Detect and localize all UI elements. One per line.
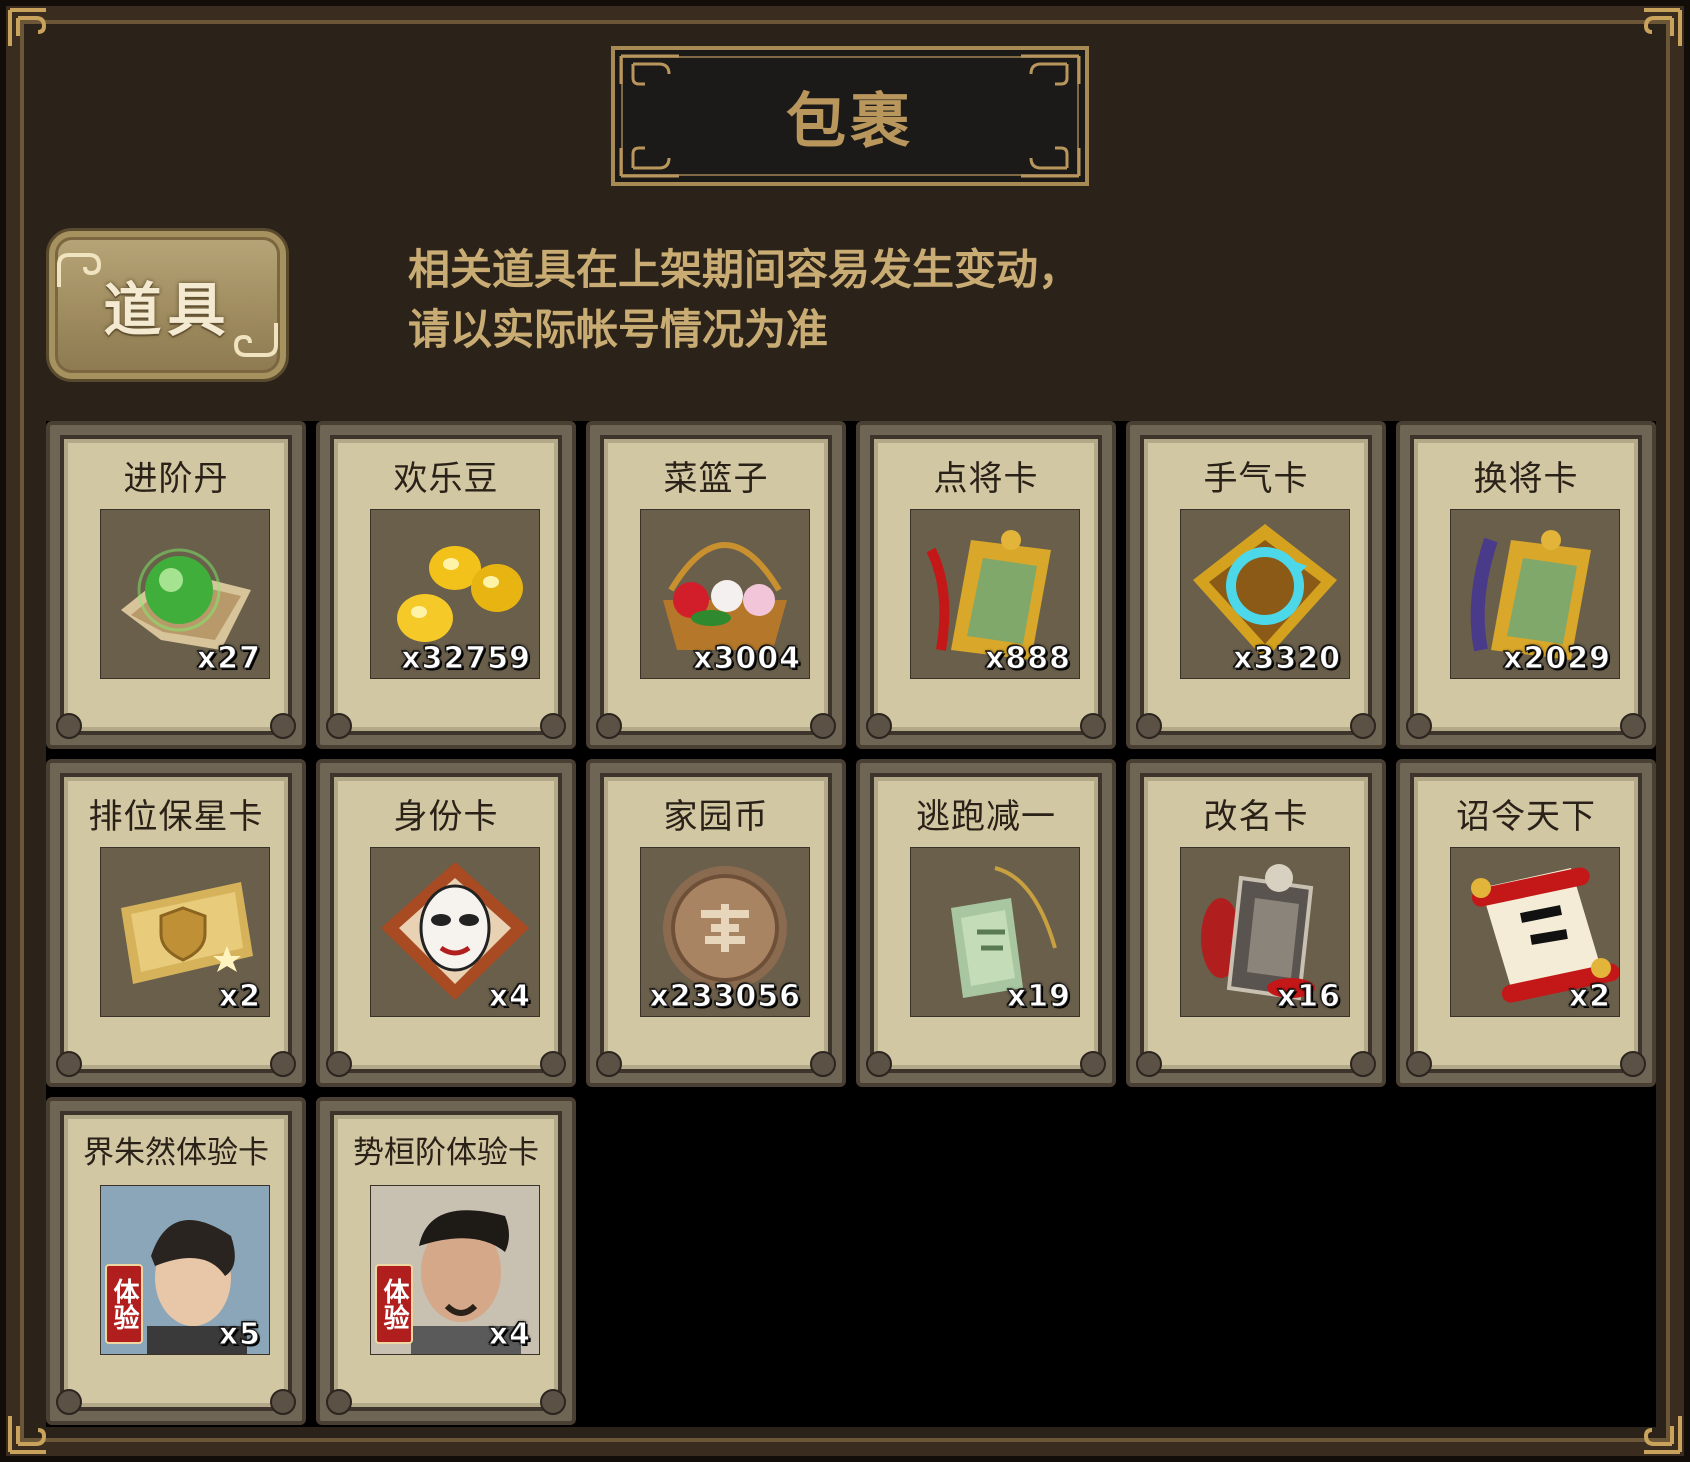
bronze-coin-icon: x233056 bbox=[640, 847, 810, 1017]
item-quantity: x4 bbox=[488, 1317, 531, 1353]
item-card[interactable]: 排位保星卡 x2 bbox=[46, 759, 306, 1087]
item-quantity: x16 bbox=[1276, 979, 1341, 1015]
item-quantity: x2029 bbox=[1503, 641, 1611, 677]
name-plaque-icon: x16 bbox=[1180, 847, 1350, 1017]
item-card[interactable]: 逃跑减一 x19 bbox=[856, 759, 1116, 1087]
item-quantity: x888 bbox=[985, 641, 1071, 677]
item-card[interactable]: 家园币 x233056 bbox=[586, 759, 846, 1087]
item-card[interactable]: 改名卡 x16 bbox=[1126, 759, 1386, 1087]
tab-items[interactable]: 道具 bbox=[46, 228, 289, 382]
item-name: 欢乐豆 bbox=[393, 459, 499, 499]
notice-line: 请以实际帐号情况为准 bbox=[408, 305, 829, 354]
item-name: 排位保星卡 bbox=[88, 797, 264, 837]
title-plate: 包裹 bbox=[611, 46, 1089, 186]
green-orb-icon: x27 bbox=[100, 509, 270, 679]
item-quantity: x2 bbox=[1568, 979, 1611, 1015]
item-quantity: x19 bbox=[1006, 979, 1071, 1015]
swirl-ornament bbox=[220, 319, 280, 359]
title-ornament bbox=[1017, 144, 1081, 178]
item-quantity: x2 bbox=[218, 979, 261, 1015]
item-name: 逃跑减一 bbox=[916, 797, 1056, 837]
item-card[interactable]: 菜篮子 x3004 bbox=[586, 421, 846, 749]
item-name: 界朱然体验卡 bbox=[83, 1135, 269, 1171]
flower-basket-icon: x3004 bbox=[640, 509, 810, 679]
jade-token-red-tassel-icon: x888 bbox=[910, 509, 1080, 679]
title-ornament bbox=[619, 144, 683, 178]
gold-shield-ticket-icon: x2 bbox=[100, 847, 270, 1017]
item-quantity: x5 bbox=[218, 1317, 261, 1353]
item-name: 家园币 bbox=[663, 797, 769, 837]
item-card[interactable]: 身份卡 x4 bbox=[316, 759, 576, 1087]
notice-line: 相关道具在上架期间容易发生变动， bbox=[408, 245, 1081, 294]
item-card[interactable]: 诏令天下 x2 bbox=[1396, 759, 1656, 1087]
notice-text: 相关道具在上架期间容易发生变动， 请以实际帐号情况为准 bbox=[408, 240, 1308, 360]
item-quantity: x27 bbox=[196, 641, 261, 677]
title-ornament bbox=[1017, 54, 1081, 88]
item-card[interactable]: 势桓阶体验卡 体验 x4 bbox=[316, 1097, 576, 1425]
item-name: 进阶丹 bbox=[123, 459, 229, 499]
item-name: 菜篮子 bbox=[663, 459, 769, 499]
hero-portrait-icon: 体验 x4 bbox=[370, 1185, 540, 1355]
imperial-scroll-icon: x2 bbox=[1450, 847, 1620, 1017]
item-name: 改名卡 bbox=[1203, 797, 1309, 837]
item-name: 身份卡 bbox=[393, 797, 499, 837]
item-name: 诏令天下 bbox=[1456, 797, 1596, 837]
item-grid: 进阶丹 x27 欢乐豆 x32759 菜篮子 x3004 点将卡 x888 手气… bbox=[46, 421, 1656, 1427]
hero-portrait-icon: 体验 x5 bbox=[100, 1185, 270, 1355]
item-name: 势桓阶体验卡 bbox=[353, 1135, 539, 1171]
item-card[interactable]: 进阶丹 x27 bbox=[46, 421, 306, 749]
panel-title: 包裹 bbox=[786, 86, 914, 157]
item-card[interactable]: 界朱然体验卡 体验 x5 bbox=[46, 1097, 306, 1425]
refresh-card-icon: x3320 bbox=[1180, 509, 1350, 679]
item-quantity: x4 bbox=[488, 979, 531, 1015]
trial-badge: 体验 bbox=[105, 1264, 143, 1344]
opera-mask-card-icon: x4 bbox=[370, 847, 540, 1017]
item-name: 换将卡 bbox=[1473, 459, 1579, 499]
item-card[interactable]: 点将卡 x888 bbox=[856, 421, 1116, 749]
item-card[interactable]: 手气卡 x3320 bbox=[1126, 421, 1386, 749]
item-name: 点将卡 bbox=[933, 459, 1039, 499]
corner-ornament bbox=[1626, 6, 1684, 64]
trial-badge: 体验 bbox=[375, 1264, 413, 1344]
swirl-ornament bbox=[55, 251, 115, 291]
jade-pendant-icon: x19 bbox=[910, 847, 1080, 1017]
item-quantity: x32759 bbox=[401, 641, 531, 677]
item-card[interactable]: 欢乐豆 x32759 bbox=[316, 421, 576, 749]
title-ornament bbox=[619, 54, 683, 88]
item-quantity: x3320 bbox=[1233, 641, 1341, 677]
gold-beans-icon: x32759 bbox=[370, 509, 540, 679]
tab-label: 道具 bbox=[103, 276, 232, 344]
item-quantity: x233056 bbox=[649, 979, 801, 1015]
item-name: 手气卡 bbox=[1203, 459, 1309, 499]
item-quantity: x3004 bbox=[693, 641, 801, 677]
item-card[interactable]: 换将卡 x2029 bbox=[1396, 421, 1656, 749]
inventory-panel: 包裹 道具 相关道具在上架期间容易发生变动， 请以实际帐号情况为准 进阶丹 x2… bbox=[0, 0, 1690, 1462]
jade-token-blue-tassel-icon: x2029 bbox=[1450, 509, 1620, 679]
corner-ornament bbox=[6, 6, 64, 64]
